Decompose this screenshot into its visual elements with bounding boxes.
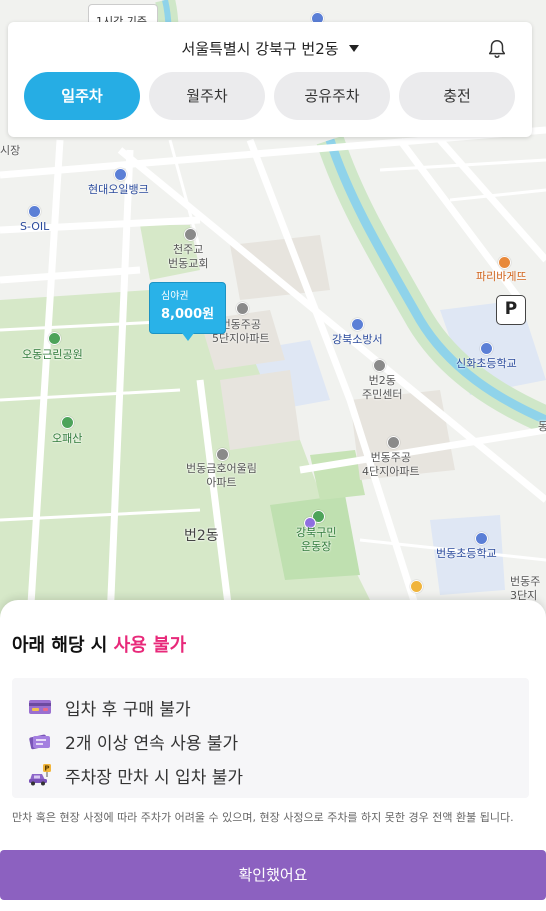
- svg-text:P: P: [44, 765, 49, 773]
- price-marker-price: 8,000원: [161, 307, 215, 322]
- caret-down-icon: [348, 45, 359, 52]
- apartment-icon: [387, 436, 400, 449]
- map-label-s-oil: S-OIL: [20, 220, 50, 233]
- map-label-right-edge: 동: [538, 420, 546, 433]
- map-label-olympic-apt: 번동금호어울림 아파트: [186, 462, 257, 489]
- rules-box: 입차 후 구매 불가 2개 이상 연속 사용 불가 P 주차장 만차 시 입차 …: [12, 678, 529, 798]
- tab-daily-parking[interactable]: 일주차: [24, 72, 140, 120]
- rule-text: 2개 이상 연속 사용 불가: [65, 733, 239, 754]
- gas-station-icon: [28, 205, 41, 218]
- map-label-fire-station: 강북소방서: [332, 333, 383, 346]
- bell-icon[interactable]: [486, 38, 508, 60]
- school-icon: [480, 342, 493, 355]
- map-label-beondong-school: 번동초등학교: [436, 547, 497, 560]
- church-icon: [184, 228, 197, 241]
- apartment-icon: [216, 448, 229, 461]
- refund-notice: 만차 혹은 현장 사정에 따라 주차가 어려울 수 있으며, 현장 사정으로 주…: [12, 811, 514, 824]
- map-label-district: 번2동: [184, 528, 219, 544]
- government-office-icon: [373, 359, 386, 372]
- confirm-button[interactable]: 확인했어요: [0, 850, 546, 900]
- map-label-apt4: 번동주공 4단지아파트: [362, 451, 420, 478]
- tab-shared-parking[interactable]: 공유주차: [274, 72, 390, 120]
- map-label-stadium: 강북구민 운동장: [296, 526, 337, 553]
- rule-item: 2개 이상 연속 사용 불가: [12, 724, 529, 758]
- map-label-paris-baguette: 파리바게뜨: [476, 270, 527, 283]
- map-label-market: 시장: [0, 144, 21, 157]
- mountain-icon: [61, 416, 74, 429]
- store-icon: [410, 580, 423, 593]
- rule-text: 입차 후 구매 불가: [65, 699, 191, 720]
- parking-pin[interactable]: P: [496, 295, 526, 325]
- map-label-church: 천주교 번동교회: [168, 243, 209, 270]
- tickets-icon: [29, 734, 50, 750]
- car-parking-icon: P: [29, 764, 51, 786]
- price-marker-label: 심야권: [161, 291, 189, 302]
- map-label-park: 오동근린공원: [22, 348, 83, 361]
- map-label-sinhwa-school: 신화초등학교: [456, 357, 517, 370]
- sheet-title-prefix: 아래 해당 시: [12, 635, 108, 656]
- rule-item: 입차 후 구매 불가: [12, 690, 529, 724]
- location-selector[interactable]: 서울특별시 강북구 번2동: [8, 38, 532, 59]
- parking-price-marker[interactable]: 심야권 8,000원: [149, 282, 226, 341]
- top-panel: 서울특별시 강북구 번2동 일주차 월주차 공유주차 충전: [8, 22, 532, 137]
- tab-charging[interactable]: 충전: [399, 72, 515, 120]
- sheet-title-warning: 사용 불가: [113, 635, 187, 656]
- gas-station-icon: [114, 168, 127, 181]
- school-icon: [475, 532, 488, 545]
- rule-text: 주차장 만차 시 입차 불가: [65, 767, 244, 788]
- sheet-title: 아래 해당 시 사용 불가: [12, 631, 186, 657]
- credit-card-icon: [29, 700, 51, 714]
- map-label-mountain: 오패산: [52, 432, 83, 445]
- map-label-community-center: 번2동 주민센터: [362, 374, 403, 401]
- rule-item: P 주차장 만차 시 입차 불가: [12, 758, 529, 792]
- tab-monthly-parking[interactable]: 월주차: [149, 72, 265, 120]
- parking-type-tabs: 일주차 월주차 공유주차 충전: [24, 72, 515, 120]
- bakery-icon: [498, 256, 511, 269]
- fire-station-icon: [351, 318, 364, 331]
- restriction-sheet: 아래 해당 시 사용 불가 입차 후 구매 불가 2개 이상 연속 사용 불가: [0, 600, 546, 911]
- apartment-icon: [236, 302, 249, 315]
- location-text: 서울특별시 강북구 번2동: [181, 40, 339, 58]
- map-label-apt3: 번동주 3단지: [510, 575, 541, 602]
- park-icon: [48, 332, 61, 345]
- map-label-hyundai-oilbank: 현대오일뱅크: [88, 183, 149, 196]
